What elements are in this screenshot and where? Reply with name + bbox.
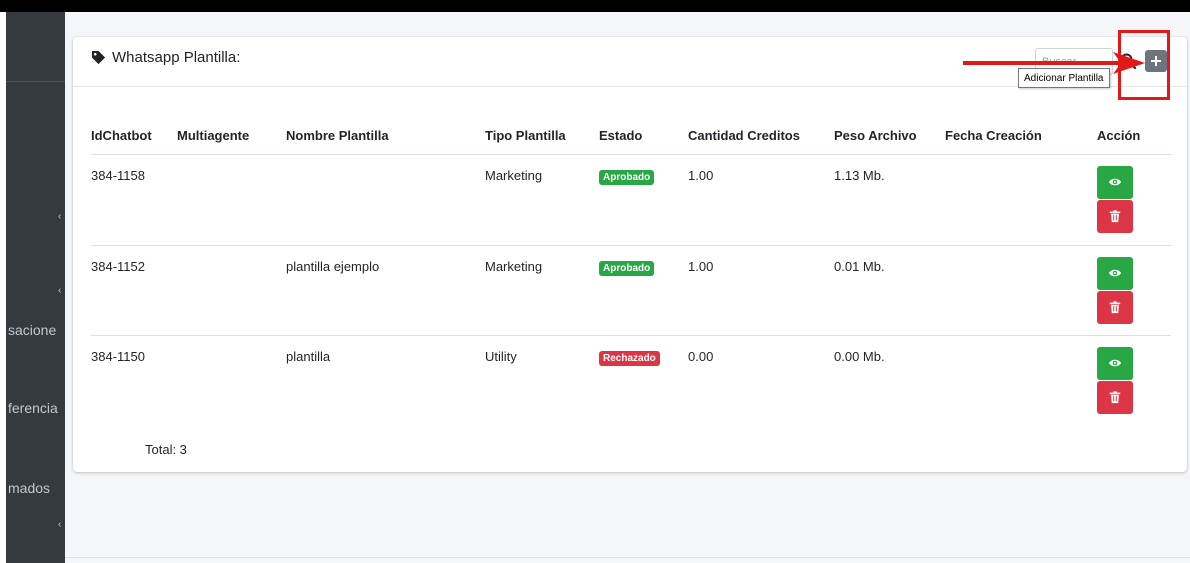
footer-divider <box>65 557 1190 558</box>
table-row: 384-1150 plantilla Utility Rechazado 0.0… <box>91 335 1171 415</box>
cell-multiagente <box>177 154 286 246</box>
column-header[interactable]: Fecha Creación <box>945 117 1097 155</box>
table-row: 384-1152 plantilla ejemplo Marketing Apr… <box>91 245 1171 336</box>
cell-tipo: Marketing <box>485 245 599 336</box>
cell-peso: 0.01 Mb. <box>834 245 945 336</box>
cell-multiagente <box>177 335 286 415</box>
cell-estado: Aprobado <box>599 154 688 246</box>
templates-card: Whatsapp Plantilla: IdChatbot <box>73 37 1187 472</box>
status-badge: Aprobado <box>599 260 655 276</box>
column-header[interactable]: Peso Archivo <box>834 117 945 155</box>
sidebar-chevron-icon[interactable]: ‹ <box>58 286 62 296</box>
status-badge: Rechazado <box>599 350 660 366</box>
cell-accion <box>1097 335 1171 415</box>
sidebar: ‹ ‹ sacione ferencia mados ‹ <box>6 12 65 563</box>
column-header[interactable]: Tipo Plantilla <box>485 117 599 155</box>
status-badge: Aprobado <box>599 169 655 185</box>
cell-creditos: 0.00 <box>688 348 714 364</box>
eye-icon <box>1108 359 1122 367</box>
card-title-text: Whatsapp Plantilla: <box>112 49 241 66</box>
sidebar-item-label[interactable]: ferencia <box>8 400 65 416</box>
cell-fecha <box>945 154 1097 246</box>
column-header[interactable]: Nombre Plantilla <box>286 117 485 155</box>
cell-id: 384-1158 <box>91 154 177 246</box>
cell-accion <box>1097 154 1171 246</box>
sidebar-item-label[interactable]: sacione <box>8 322 65 338</box>
sidebar-chevron-icon[interactable]: ‹ <box>58 520 62 530</box>
column-header[interactable]: Cantidad Creditos <box>688 117 834 155</box>
cell-estado: Rechazado <box>599 335 688 415</box>
table-header-row: IdChatbot Multiagente Nombre Plantilla T… <box>91 117 1171 155</box>
column-header[interactable]: Estado <box>599 117 688 155</box>
cell-id: 384-1152 <box>91 245 177 336</box>
column-header: Acción <box>1097 117 1171 155</box>
sidebar-item-label[interactable]: mados <box>8 480 65 496</box>
tag-icon <box>91 50 106 65</box>
eye-icon <box>1108 269 1122 277</box>
view-button[interactable] <box>1097 165 1133 199</box>
cell-id: 384-1150 <box>91 348 145 364</box>
cell-tipo: Marketing <box>485 154 599 246</box>
delete-button[interactable] <box>1097 290 1133 324</box>
cell-tipo: Utility <box>485 348 517 364</box>
templates-table: IdChatbot Multiagente Nombre Plantilla T… <box>91 117 1171 415</box>
main-content: Whatsapp Plantilla: IdChatbot <box>65 12 1190 563</box>
cell-peso: 0.00 Mb. <box>834 348 885 364</box>
trash-icon <box>1109 210 1121 223</box>
card-title: Whatsapp Plantilla: <box>91 49 240 66</box>
cell-estado: Aprobado <box>599 245 688 336</box>
sidebar-divider <box>6 81 65 82</box>
cell-multiagente <box>177 245 286 336</box>
delete-button[interactable] <box>1097 199 1133 233</box>
column-header[interactable]: IdChatbot <box>91 117 177 155</box>
cell-accion <box>1097 245 1171 336</box>
delete-button[interactable] <box>1097 380 1133 414</box>
sidebar-chevron-icon[interactable]: ‹ <box>58 212 62 222</box>
table-row: 384-1158 Marketing Aprobado 1.00 1.13 Mb… <box>91 154 1171 246</box>
cell-peso: 1.13 Mb. <box>834 154 945 246</box>
cell-nombre <box>286 154 485 246</box>
trash-icon <box>1109 391 1121 404</box>
top-bar <box>0 0 1190 12</box>
total-count: Total: 3 <box>145 442 187 457</box>
cell-creditos: 1.00 <box>688 245 834 336</box>
trash-icon <box>1109 301 1121 314</box>
view-button[interactable] <box>1097 256 1133 290</box>
cell-fecha <box>945 245 1097 336</box>
annotation-highlight-box <box>1118 30 1170 100</box>
cell-nombre: plantilla <box>286 348 331 364</box>
cell-creditos: 1.00 <box>688 154 834 246</box>
view-button[interactable] <box>1097 346 1133 380</box>
cell-nombre: plantilla ejemplo <box>286 245 485 336</box>
cell-fecha <box>945 335 1097 415</box>
column-header[interactable]: Multiagente <box>177 117 286 155</box>
eye-icon <box>1108 178 1122 186</box>
